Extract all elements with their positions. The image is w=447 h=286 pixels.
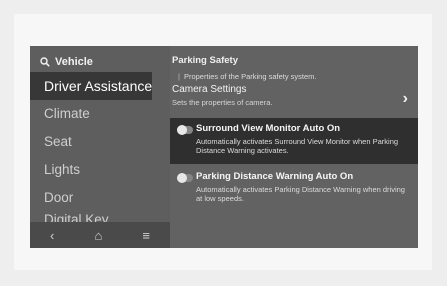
menu-icon[interactable]: ≡ <box>142 228 150 243</box>
main-panel: Parking Safety Properties of the Parking… <box>170 46 418 248</box>
chevron-right-icon[interactable]: › <box>403 90 408 108</box>
option-title: Parking Distance Warning Auto On <box>196 171 354 182</box>
option-desc: Automatically activates Surround View Mo… <box>196 137 399 155</box>
camera-settings-title[interactable]: Camera Settings <box>172 84 246 95</box>
sidebar-item-lights[interactable]: Lights <box>30 156 170 184</box>
option-desc: Automatically activates Parking Distance… <box>196 185 405 203</box>
sidebar-item-climate[interactable]: Climate <box>30 100 170 128</box>
page: Vehicle Driver Assistance Climate Seat L… <box>0 0 447 286</box>
option-parking-distance-auto-on[interactable]: Parking Distance Warning Auto On Automat… <box>170 168 418 208</box>
vehicle-search[interactable]: Vehicle <box>40 54 93 70</box>
infotainment-screen: Vehicle Driver Assistance Climate Seat L… <box>30 46 418 248</box>
camera-settings-desc: Sets the properties of camera. <box>172 98 273 107</box>
sidebar: Vehicle Driver Assistance Climate Seat L… <box>30 46 170 248</box>
sidebar-nav: Driver Assistance Climate Seat Lights Do… <box>30 72 170 212</box>
sidebar-item-digital-key[interactable]: Digital Key <box>30 210 170 222</box>
bottom-bar: ‹ ⌂ ≡ <box>30 222 170 248</box>
section-note: Properties of the Parking safety system. <box>178 72 317 81</box>
toggle-switch[interactable] <box>177 125 193 135</box>
sidebar-item-seat[interactable]: Seat <box>30 128 170 156</box>
toggle-switch[interactable] <box>177 173 193 183</box>
back-chevron-icon[interactable]: ‹ <box>50 228 54 243</box>
section-title: Parking Safety <box>172 55 238 66</box>
sidebar-header: Vehicle <box>55 56 93 68</box>
sidebar-overflow: Digital Key <box>30 210 170 222</box>
sidebar-item-driver-assistance[interactable]: Driver Assistance <box>30 72 152 100</box>
search-icon <box>40 57 50 67</box>
option-surround-view-auto-on[interactable]: Surround View Monitor Auto On Automatica… <box>170 118 418 164</box>
option-title: Surround View Monitor Auto On <box>196 123 341 134</box>
sidebar-item-door[interactable]: Door <box>30 184 170 212</box>
home-icon[interactable]: ⌂ <box>94 228 102 243</box>
